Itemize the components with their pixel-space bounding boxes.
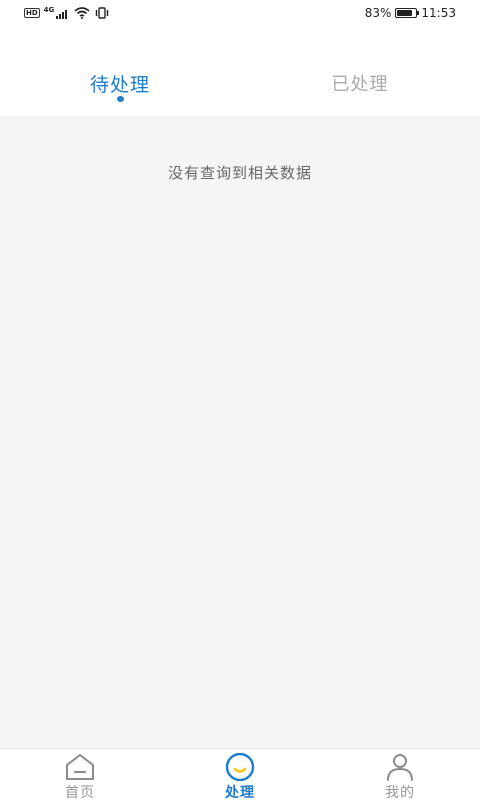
nav-item-profile[interactable]: 我的: [320, 749, 480, 800]
user-icon: [384, 753, 416, 781]
battery-fill: [397, 10, 413, 16]
hd-badge: HD: [24, 8, 40, 18]
wifi-icon: [74, 7, 90, 19]
status-time: 11:53: [421, 6, 456, 20]
battery-percent: 83%: [364, 6, 392, 20]
vibrate-icon: [96, 7, 109, 19]
home-icon: [64, 753, 96, 781]
list-content[interactable]: 没有查询到相关数据: [0, 116, 480, 748]
tab-pending-label: 待处理: [89, 74, 150, 96]
signal-icon: [56, 9, 68, 19]
nav-item-home[interactable]: 首页: [0, 749, 160, 800]
tab-pending[interactable]: 待处理: [0, 26, 240, 116]
status-left: HD 4G: [24, 6, 110, 19]
app-screen: HD 4G 83% 11:53 待处理 已处理 没有查询到相关数据 首页 处理 …: [0, 0, 480, 800]
nav-process-label: 处理: [225, 785, 255, 800]
nav-profile-label: 我的: [385, 785, 415, 800]
tab-processed-label: 已处理: [331, 74, 389, 95]
status-right: 83% 11:53: [365, 6, 456, 20]
nav-home-label: 首页: [65, 785, 95, 800]
battery-icon: [395, 8, 420, 18]
network-type-badge: 4G: [43, 6, 55, 14]
tab-processed[interactable]: 已处理: [240, 26, 480, 116]
tab-active-indicator: [116, 96, 124, 102]
bottom-nav: 首页 处理 我的: [0, 748, 480, 800]
nav-item-process[interactable]: 处理: [160, 749, 320, 800]
empty-state-message: 没有查询到相关数据: [167, 164, 312, 182]
tab-bar: 待处理 已处理: [0, 26, 480, 116]
status-bar: HD 4G 83% 11:53: [0, 0, 480, 26]
process-icon: [224, 753, 256, 781]
